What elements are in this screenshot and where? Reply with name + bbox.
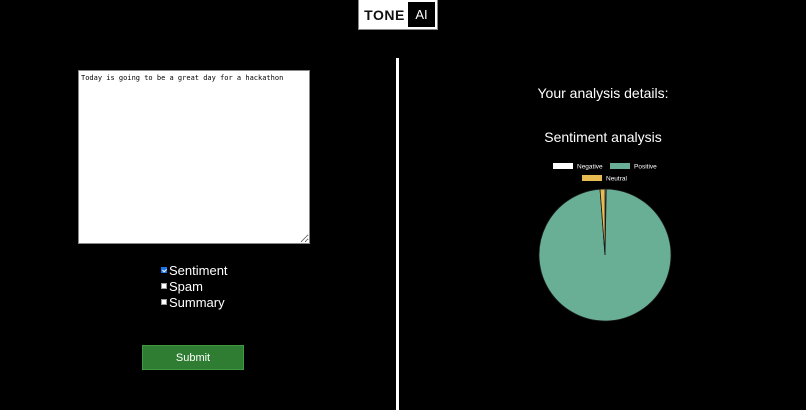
chart-legend: Negative Positive Neutral	[553, 163, 657, 183]
legend-label-neutral[interactable]: Neutral	[606, 176, 628, 183]
logo: TONE AI	[358, 0, 438, 30]
spam-label[interactable]: Spam	[169, 279, 203, 294]
legend-label-negative[interactable]: Negative	[577, 164, 603, 171]
option-summary[interactable]: Summary	[160, 294, 280, 310]
option-sentiment[interactable]: Sentiment	[160, 262, 280, 278]
option-spam[interactable]: Spam	[160, 278, 280, 294]
legend-swatch-neutral[interactable]	[582, 175, 602, 181]
submit-button[interactable]: Submit	[142, 345, 244, 370]
page: TONE AI Today is going to be a great day…	[0, 0, 806, 410]
chart-slices	[538, 188, 672, 322]
legend-swatch-negative[interactable]	[553, 163, 573, 169]
text-input[interactable]: Today is going to be a great day for a h…	[78, 70, 310, 244]
sentiment-checkbox[interactable]	[161, 267, 167, 273]
logo-ai-text: AI	[408, 2, 435, 27]
legend-swatch-positive[interactable]	[610, 163, 630, 169]
summary-label[interactable]: Summary	[169, 295, 225, 310]
panel-divider	[396, 58, 399, 410]
spam-checkbox[interactable]	[161, 283, 167, 289]
summary-checkbox[interactable]	[161, 299, 167, 305]
analysis-title: Your analysis details:	[537, 85, 669, 101]
analysis-options: Sentiment Spam Summary	[160, 262, 280, 310]
logo-tone-text: TONE	[361, 2, 408, 27]
sentiment-label[interactable]: Sentiment	[169, 263, 228, 278]
chart-title: Sentiment analysis	[544, 129, 662, 145]
legend-label-positive[interactable]: Positive	[634, 164, 657, 171]
sentiment-pie-chart: Negative Positive Neutral	[538, 163, 672, 322]
